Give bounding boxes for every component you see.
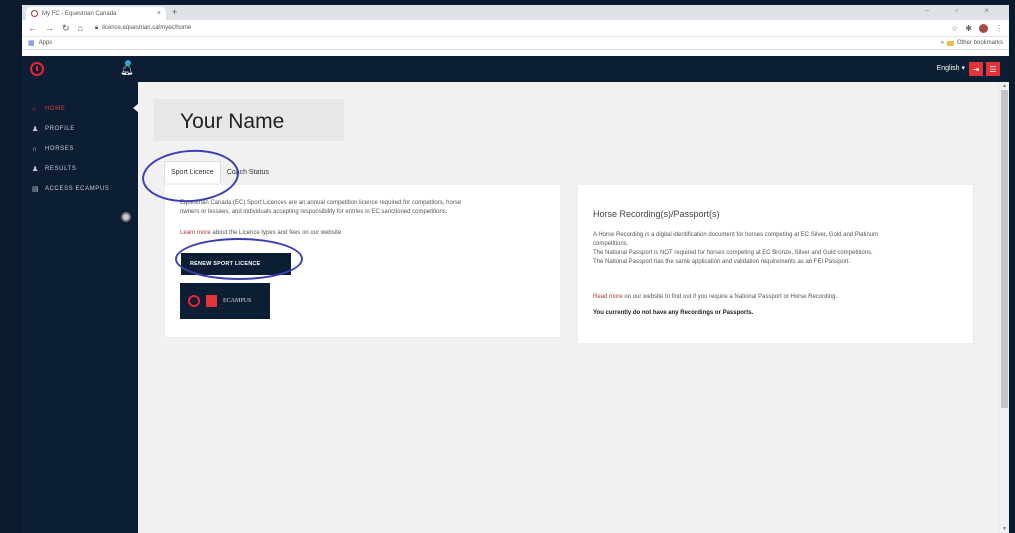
user-icon: ♟ [32,126,39,133]
learn-more-link[interactable]: Learn more [180,230,211,236]
sidebar-item-results[interactable]: ♟ Results [22,159,138,179]
read-more-text: Read more on our website to find out if … [593,293,837,302]
scroll-down-icon[interactable]: ▼ [1002,526,1007,532]
horse-card-title: Horse Recording(s)/Passport(s) [593,209,720,219]
sidebar-item-label: Results [45,166,77,172]
extension-icon[interactable]: ✱ [965,24,972,33]
sidebar-item-profile[interactable]: ♟ Profile [22,119,138,139]
close-tab-icon[interactable]: × [157,10,161,17]
licence-intro: Equestrian Canada (EC) Sport Licences ar… [180,199,461,217]
notification-dot [125,60,131,66]
browser-tab[interactable]: My FC - Equestrian Canada × [26,7,166,20]
name-banner: Your Name [154,99,344,141]
chevron-down-icon: » [940,40,944,46]
read-more-link[interactable]: Read more [593,294,623,300]
apps-grid-icon[interactable]: ▦ [28,39,35,47]
sidebar-toggle-icon[interactable] [121,212,131,222]
url-field[interactable]: 🔒︎ licence.equestrian.ca/myec/home [95,25,191,32]
sidebar-item-label: Home [45,106,66,112]
home-icon: ⌂ [32,105,37,113]
star-icon[interactable]: ☆ [951,24,958,33]
annotation-circle [175,238,303,280]
book-icon [206,295,217,307]
scroll-up-icon[interactable]: ▲ [1002,83,1007,89]
sidebar-item-access-ecampus[interactable]: ▤ Access ECampus [22,179,138,199]
forward-icon[interactable]: → [45,23,54,33]
new-tab-button[interactable]: + [172,7,177,17]
app-header: 🔔︎ English ▾ ⇥ ☰ [22,56,1009,82]
sidebar-item-horses[interactable]: ∩ Horses [22,139,138,159]
notification-bell-icon[interactable]: 🔔︎ [120,60,134,76]
language-selector[interactable]: English ▾ [937,64,965,72]
back-icon[interactable]: ← [28,23,37,33]
other-bookmarks[interactable]: » Other bookmarks [941,40,1003,46]
horse-card-line: A Horse Recording is a digital identific… [593,232,879,238]
logout-icon[interactable]: ⇥ [969,62,983,76]
lock-icon: 🔒︎ [94,24,99,31]
bookmarks-bar: ▦ Apps » Other bookmarks [22,37,1009,50]
intro-line: Equestrian Canada (EC) Sport Licences ar… [180,200,462,206]
scrollbar[interactable]: ▲ ▼ [998,82,1009,533]
sidebar-item-label: Access ECampus [45,186,110,192]
tab-title: My FC - Equestrian Canada [42,10,117,17]
intro-line: owners or lessees, and individuals accep… [180,209,448,215]
browser-window: My FC - Equestrian Canada × + – ▫ × ← → … [22,5,1009,533]
ecampus-banner[interactable]: ECAMPUS [180,283,270,319]
apps-bookmark[interactable]: Apps [39,40,53,46]
home-browser-icon[interactable]: ⌂ [78,23,83,33]
other-bookmarks-label: Other bookmarks [956,40,1003,46]
learn-more-text: Learn more about the Licence types and f… [180,229,341,238]
horse-recording-card: Horse Recording(s)/Passport(s) A Horse R… [578,185,973,343]
ecampus-label: ECAMPUS [223,298,252,304]
sidebar-item-label: Profile [45,126,75,132]
page-title: Your Name [180,110,285,133]
address-bar: ← → ↻ ⌂ 🔒︎ licence.equestrian.ca/myec/ho… [22,20,1009,37]
scrollbar-thumb[interactable] [1001,90,1008,408]
menu-dots-icon[interactable]: ⋮ [995,24,1003,33]
no-records-text: You currently do not have any Recordings… [593,310,754,316]
url-text: licence.equestrian.ca/myec/home [102,25,192,31]
learn-more-rest: about the Licence types and fees on our … [210,230,342,236]
read-more-rest: on our website to find out if you requir… [622,294,838,300]
sidebar: ⌂ Home ♟ Profile ∩ Horses ♟ Results ▤ Ac… [22,82,138,533]
favicon-icon [31,10,38,17]
horse-card-line: competitions. [593,241,629,247]
ec-logo-icon[interactable] [30,62,44,76]
menu-icon[interactable]: ☰ [986,62,1000,76]
profile-avatar-icon[interactable] [979,23,988,33]
tab-strip: My FC - Equestrian Canada × + – ▫ × [22,5,1009,20]
horse-card-body: A Horse Recording is a digital identific… [593,231,878,267]
window-controls[interactable]: – ▫ × [925,6,1001,15]
horse-card-line: The National Passport is NOT required fo… [593,250,873,256]
reload-icon[interactable]: ↻ [62,23,70,34]
horseshoe-icon: ∩ [32,145,38,153]
results-icon: ♟ [32,166,39,173]
sidebar-item-home[interactable]: ⌂ Home [22,99,138,119]
sidebar-item-label: Horses [45,146,74,152]
book-icon: ▤ [32,186,40,193]
ec-logo-icon [188,295,200,307]
horse-card-line: The National Passport has the same appli… [593,259,851,265]
folder-icon [946,40,954,46]
main-content: Your Name Sport Licence Coach Status Equ… [138,82,998,533]
